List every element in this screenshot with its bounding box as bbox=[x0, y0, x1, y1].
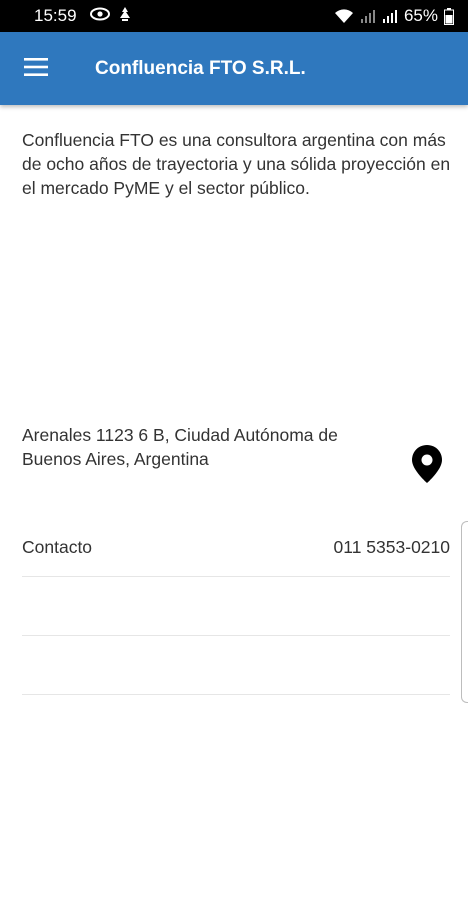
map-pin-icon[interactable] bbox=[410, 444, 444, 484]
status-time: 15:59 bbox=[34, 6, 77, 25]
signal-icon bbox=[360, 8, 376, 24]
status-right-icons: 65% bbox=[334, 6, 454, 26]
contact-phone[interactable]: 011 5353-0210 bbox=[334, 537, 450, 558]
edge-panel-handle[interactable] bbox=[461, 521, 468, 703]
signal-icon bbox=[382, 8, 398, 24]
list-item[interactable] bbox=[22, 636, 450, 695]
notification-icon bbox=[118, 6, 132, 22]
hamburger-menu-icon bbox=[24, 57, 48, 81]
contact-list: Contacto 011 5353-0210 bbox=[22, 518, 450, 695]
status-bar: 15:59 65% bbox=[0, 0, 468, 32]
battery-percent: 65% bbox=[403, 6, 438, 25]
list-item[interactable]: Contacto 011 5353-0210 bbox=[22, 518, 450, 577]
app-bar: Confluencia FTO S.R.L. bbox=[0, 32, 468, 105]
wifi-icon bbox=[334, 8, 354, 24]
list-item[interactable] bbox=[22, 577, 450, 636]
page-title: Confluencia FTO S.R.L. bbox=[95, 58, 306, 79]
address-text: Arenales 1123 6 B, Ciudad Autónoma de Bu… bbox=[22, 425, 338, 469]
company-description: Confluencia FTO es una consultora argent… bbox=[22, 130, 451, 198]
eye-icon bbox=[90, 7, 110, 21]
menu-button[interactable] bbox=[18, 51, 54, 87]
status-left-icons bbox=[90, 6, 132, 22]
battery-icon bbox=[444, 7, 454, 25]
contact-label: Contacto bbox=[22, 536, 93, 557]
